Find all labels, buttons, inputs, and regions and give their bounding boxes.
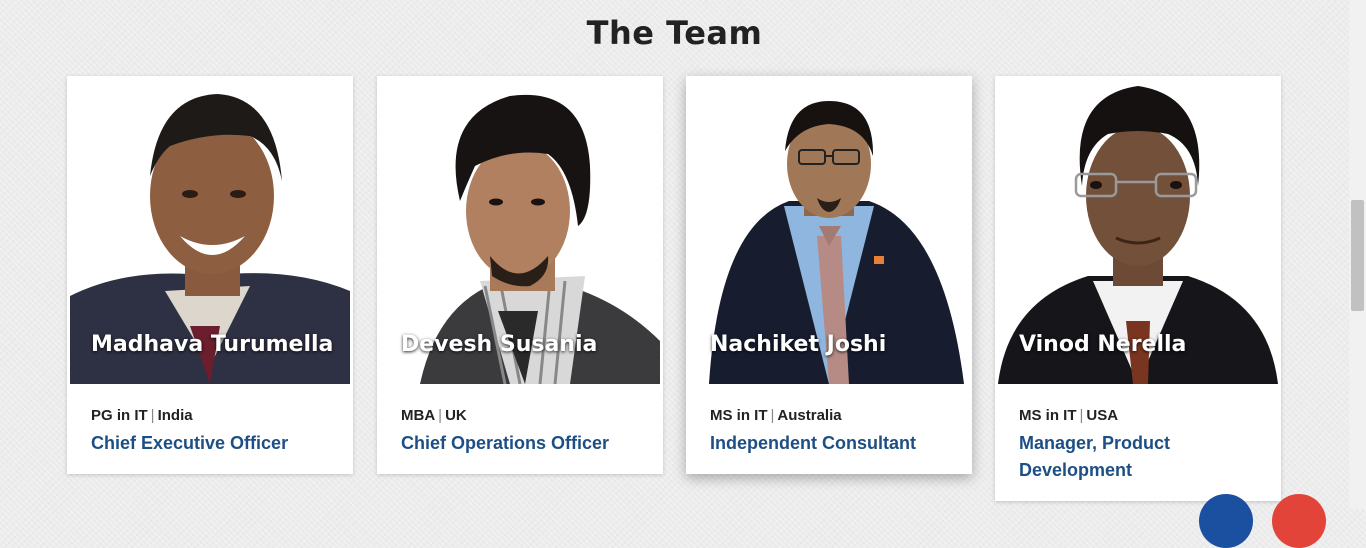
member-location: UK (445, 407, 467, 424)
team-member-card[interactable]: Vinod Nerella MS in IT | USA Manager, Prod… (995, 76, 1281, 501)
team-member-card[interactable]: Madhava Turumella PG in IT | India Chief E… (67, 76, 353, 474)
member-degree: MBA (401, 407, 436, 424)
separator: | (438, 407, 443, 424)
member-role[interactable]: Chief Operations Officer (401, 430, 641, 457)
member-name: Madhava Turumella (91, 332, 334, 357)
member-role[interactable]: Manager, Product Development (1019, 430, 1259, 484)
separator: | (770, 407, 775, 424)
separator: | (1079, 407, 1084, 424)
team-member-card[interactable]: Devesh Susania MBA | UK Chief Operations O… (377, 76, 663, 474)
scrollbar-thumb[interactable] (1351, 200, 1364, 311)
team-member-card[interactable]: Nachiket Joshi MS in IT | Australia Indepe… (686, 76, 972, 474)
member-name: Devesh Susania (401, 332, 598, 357)
member-degree: MS in IT (710, 407, 768, 424)
member-degree: MS in IT (1019, 407, 1077, 424)
member-location: India (157, 407, 193, 424)
scrollbar[interactable] (1349, 0, 1366, 509)
member-role[interactable]: Chief Executive Officer (91, 430, 331, 457)
member-credentials: MS in IT | Australia (710, 407, 842, 424)
member-credentials: MBA | UK (401, 407, 467, 424)
member-name: Nachiket Joshi (710, 332, 887, 357)
member-name: Vinod Nerella (1019, 332, 1187, 357)
floating-action-button-red[interactable] (1272, 494, 1326, 548)
member-credentials: MS in IT | USA (1019, 407, 1118, 424)
floating-action-button-blue[interactable] (1199, 494, 1253, 548)
section-title: The Team (586, 14, 763, 52)
member-credentials: PG in IT | India (91, 407, 193, 424)
member-role[interactable]: Independent Consultant (710, 430, 950, 457)
separator: | (150, 407, 155, 424)
member-location: Australia (777, 407, 842, 424)
member-degree: PG in IT (91, 407, 148, 424)
member-location: USA (1086, 407, 1119, 424)
